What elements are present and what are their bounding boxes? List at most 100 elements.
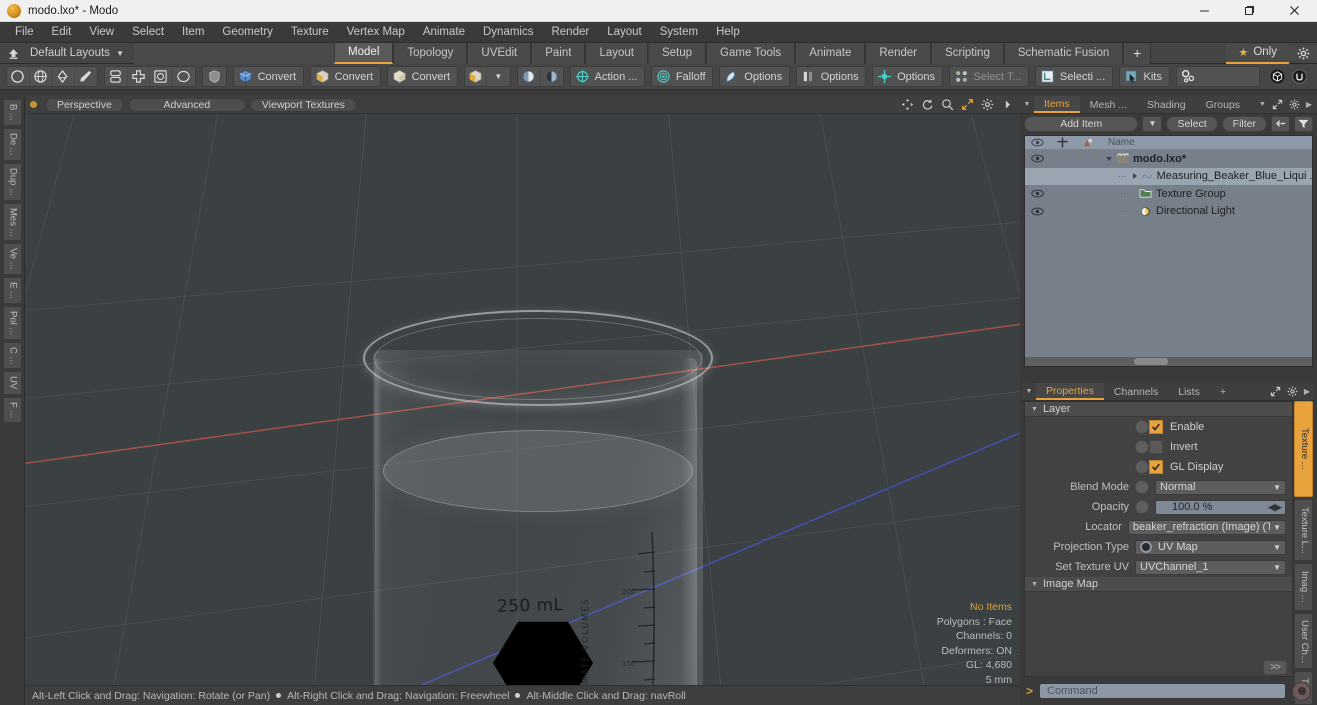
options-move-button[interactable]: Options xyxy=(873,67,941,86)
chevron-right-icon[interactable]: ▶ xyxy=(1306,100,1312,109)
gear-icon[interactable] xyxy=(1287,386,1298,397)
menu-file[interactable]: File xyxy=(6,22,43,43)
table-row[interactable]: ⋯ Directional Light xyxy=(1025,203,1312,221)
items-horizontal-scrollbar[interactable] xyxy=(1025,357,1312,366)
viewport-projection-dropdown[interactable]: Perspective xyxy=(45,97,124,112)
only-toggle-button[interactable]: ★ Only xyxy=(1226,42,1289,64)
enable-knob-icon[interactable] xyxy=(1135,420,1149,434)
convert-blue-button[interactable]: Convert xyxy=(234,67,303,86)
viewport-3d-scene[interactable]: 250 mL APPROXIMATE VOLUMES 200 150 No It… xyxy=(25,114,1020,685)
expand-icon[interactable] xyxy=(1272,99,1283,110)
right-tab-image[interactable]: Imag ... xyxy=(1294,563,1313,611)
gl-display-knob-icon[interactable] xyxy=(1135,460,1149,474)
invert-checkbox-wrap[interactable]: Invert xyxy=(1135,440,1286,454)
tab-shading[interactable]: Shading xyxy=(1137,96,1196,113)
fit-expand-icon[interactable] xyxy=(961,98,974,111)
viewport-state-dot-icon[interactable] xyxy=(30,101,37,108)
command-input[interactable]: Command xyxy=(1039,683,1286,699)
blend-mode-knob-icon[interactable] xyxy=(1135,480,1149,494)
add-layout-tab-button[interactable]: + xyxy=(1123,42,1152,64)
add-item-chevron-down-icon[interactable]: ▼ xyxy=(1142,115,1163,132)
menu-geometry[interactable]: Geometry xyxy=(213,22,282,43)
collapse-arrow-icon[interactable] xyxy=(1271,115,1290,132)
menu-help[interactable]: Help xyxy=(707,22,749,43)
enable-checkbox[interactable] xyxy=(1149,420,1163,434)
square-in-square-icon[interactable] xyxy=(150,67,173,86)
shield-icon[interactable] xyxy=(203,67,226,86)
locator-dropdown[interactable]: beaker_refraction (Image) (T... ▼ xyxy=(1127,519,1286,535)
menu-texture[interactable]: Texture xyxy=(282,22,338,43)
left-tab-1[interactable]: De ... xyxy=(2,127,22,161)
cross-shape-icon[interactable] xyxy=(128,67,151,86)
pen-tool-icon[interactable] xyxy=(75,67,97,86)
invert-knob-icon[interactable] xyxy=(1135,440,1149,454)
options-brush-button[interactable]: Options xyxy=(720,67,788,86)
items-panel-chevron-down-icon[interactable]: ▼ xyxy=(1020,96,1034,113)
left-tab-8[interactable]: UV xyxy=(2,371,22,395)
right-tab-texture-layers[interactable]: Texture L... xyxy=(1294,499,1313,561)
menu-system[interactable]: System xyxy=(651,22,707,43)
array-icon[interactable] xyxy=(105,67,128,86)
enable-checkbox-wrap[interactable]: Enable xyxy=(1135,420,1286,434)
gl-display-checkbox-wrap[interactable]: GL Display xyxy=(1135,460,1286,474)
menu-animate[interactable]: Animate xyxy=(414,22,474,43)
row-visibility-eye-icon[interactable] xyxy=(1025,207,1050,216)
left-tab-3[interactable]: Mes ... xyxy=(2,202,22,242)
gl-display-checkbox[interactable] xyxy=(1149,460,1163,474)
tab-items[interactable]: Items xyxy=(1034,96,1080,113)
zoom-magnifier-icon[interactable] xyxy=(941,98,954,111)
tab-lists[interactable]: Lists xyxy=(1168,383,1210,400)
layout-tab-uvedit[interactable]: UVEdit xyxy=(467,42,532,64)
image-map-group-header[interactable]: ▼ Image Map xyxy=(1025,577,1292,592)
layout-tab-render[interactable]: Render xyxy=(865,42,932,64)
left-tab-4[interactable]: Ve ... xyxy=(2,243,22,275)
circle-primitive-icon[interactable] xyxy=(7,67,30,86)
invert-checkbox[interactable] xyxy=(1149,440,1163,454)
opacity-slider-field[interactable]: 100.0 % ◀|▶ xyxy=(1155,499,1286,515)
sphere-dark-icon[interactable] xyxy=(540,67,562,86)
default-layouts-dropdown[interactable]: Default Layouts ▼ xyxy=(26,47,134,59)
filter-button[interactable]: Filter xyxy=(1221,115,1267,132)
options-bars-button[interactable]: Options xyxy=(797,67,865,86)
tab-properties[interactable]: Properties xyxy=(1036,383,1104,400)
projection-type-dropdown[interactable]: UV Map ▼ xyxy=(1135,539,1286,555)
gear-icon[interactable] xyxy=(1289,46,1317,60)
minimize-icon[interactable] xyxy=(1182,0,1227,22)
selection-button[interactable]: Kits xyxy=(1120,67,1169,86)
gear-icon[interactable] xyxy=(1289,99,1300,110)
select-through-button[interactable]: Select T... xyxy=(950,67,1028,86)
left-tab-5[interactable]: E ... xyxy=(2,276,22,304)
items-scrollbar-thumb[interactable] xyxy=(1134,358,1169,365)
kits-button[interactable] xyxy=(1177,67,1209,86)
unreal-icon[interactable] xyxy=(1288,66,1311,87)
expand-icon[interactable] xyxy=(1270,386,1281,397)
projection-type-radio-icon[interactable] xyxy=(1140,541,1152,553)
tab-mesh[interactable]: Mesh ... xyxy=(1080,96,1137,113)
layout-tab-scripting[interactable]: Scripting xyxy=(931,42,1004,64)
cone-primitive-icon[interactable] xyxy=(52,67,75,86)
convert-yellow-button[interactable]: Convert xyxy=(311,67,380,86)
viewport-textures-dropdown[interactable]: Viewport Textures xyxy=(249,97,357,112)
menu-layout[interactable]: Layout xyxy=(598,22,651,43)
layout-tab-setup[interactable]: Setup xyxy=(647,42,707,64)
sphere-shade-icon[interactable] xyxy=(518,67,541,86)
layout-tab-game-tools[interactable]: Game Tools xyxy=(706,42,796,64)
funnel-icon[interactable] xyxy=(1294,115,1313,132)
opacity-knob-icon[interactable] xyxy=(1135,500,1149,514)
tab-channels[interactable]: Channels xyxy=(1104,383,1168,400)
chevron-right-icon[interactable] xyxy=(1001,98,1014,111)
table-row[interactable]: modo.lxo* xyxy=(1025,150,1312,168)
select-button[interactable]: Select xyxy=(1166,115,1218,132)
table-row[interactable]: ⋯ Measuring_Beaker_Blue_Liqui ... xyxy=(1025,167,1312,185)
home-layout-icon[interactable] xyxy=(0,43,26,64)
row-visibility-eye-icon[interactable] xyxy=(1025,189,1050,198)
row-visibility-eye-icon[interactable] xyxy=(1025,154,1050,163)
layout-tab-schematic-fusion[interactable]: Schematic Fusion xyxy=(1003,42,1124,64)
convert-tan-button[interactable]: Convert xyxy=(388,67,457,86)
layer-group-header[interactable]: ▼ Layer xyxy=(1025,402,1292,417)
modo-ball-icon[interactable] xyxy=(1266,66,1289,87)
tab-add-properties[interactable]: + xyxy=(1210,383,1236,400)
right-tab-texture[interactable]: Texture ... xyxy=(1294,401,1313,497)
cube-gold-icon[interactable] xyxy=(465,67,488,86)
menu-view[interactable]: View xyxy=(80,22,123,43)
